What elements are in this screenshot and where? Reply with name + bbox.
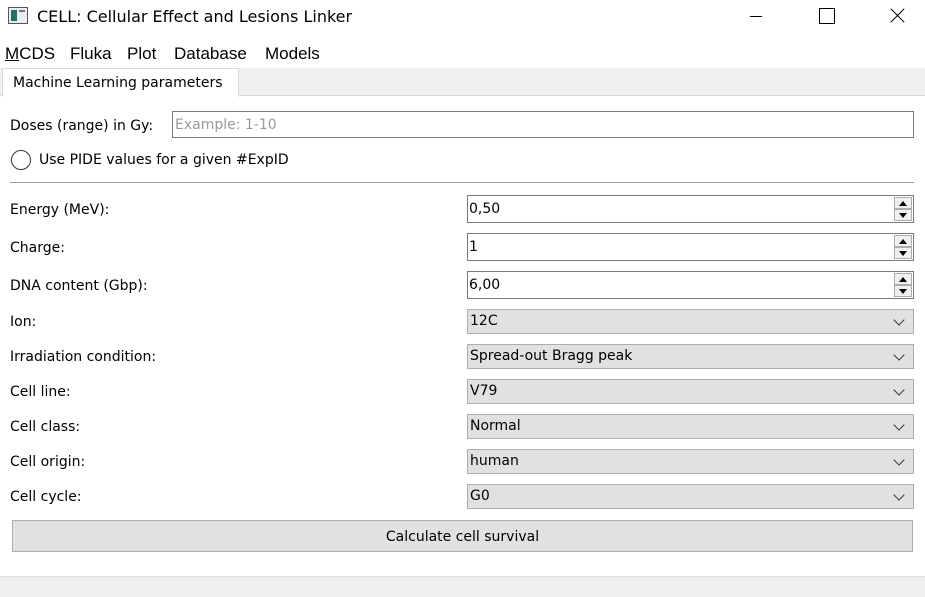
energy-decrement-arrow-icon[interactable] [894,209,912,221]
chevron-down-icon[interactable] [893,314,905,326]
window-title: CELL: Cellular Effect and Lesions Linker [37,7,353,26]
pide-radio-label[interactable]: Use PIDE values for a given #ExpID [39,152,289,168]
menu-plot[interactable]: Plot [127,44,156,64]
charge-increment-arrow-icon[interactable] [894,235,912,247]
doses-input[interactable]: Example: 1-10 [172,111,914,138]
chevron-down-icon[interactable] [893,454,905,466]
dna-content-value[interactable]: 6,00 [469,277,500,293]
menu-mcds[interactable]: MCDS [5,44,55,64]
calculate-cell-survival-button[interactable]: Calculate cell survival [12,520,913,552]
cell-origin-value[interactable]: human [470,453,519,469]
dna-decrement-arrow-icon[interactable] [894,285,912,297]
tab-strip: Machine Learning parameters [0,68,925,97]
ion-value[interactable]: 12C [470,313,498,329]
minimize-icon[interactable] [733,0,779,33]
irradiation-condition-value[interactable]: Spread-out Bragg peak [470,348,632,364]
charge-value[interactable]: 1 [469,239,478,255]
menu-mcds-mnemonic: M [5,44,20,63]
cell-class-value[interactable]: Normal [470,418,521,434]
chevron-down-icon[interactable] [893,349,905,361]
chevron-down-icon[interactable] [893,489,905,501]
close-icon[interactable] [872,0,918,33]
cell-line-combobox[interactable]: V79 [467,379,914,404]
cell-origin-label: Cell origin: [10,454,86,470]
energy-value[interactable]: 0,50 [469,201,500,217]
charge-spinbox[interactable]: 1 [467,233,914,261]
title-bar: CELL: Cellular Effect and Lesions Linker [0,0,925,33]
menu-bar: MCDS Fluka Plot Database Models [0,40,925,68]
menu-mcds-label: CDS [19,44,56,63]
ion-label: Ion: [10,314,37,330]
energy-increment-arrow-icon[interactable] [894,197,912,209]
ion-combobox[interactable]: 12C [467,309,914,334]
charge-label: Charge: [10,240,65,256]
doses-label: Doses (range) in Gy: [10,118,154,134]
cell-cycle-value[interactable]: G0 [470,488,490,504]
menu-database[interactable]: Database [174,44,247,64]
app-window-icon [8,7,28,24]
pide-radio-button[interactable] [11,150,31,170]
cell-line-value[interactable]: V79 [470,383,497,399]
dna-content-label: DNA content (Gbp): [10,278,148,294]
tab-machine-learning-parameters[interactable]: Machine Learning parameters [2,68,239,97]
charge-decrement-arrow-icon[interactable] [894,247,912,259]
energy-spinbox[interactable]: 0,50 [467,195,914,223]
menu-fluka[interactable]: Fluka [70,44,112,64]
cell-cycle-combobox[interactable]: G0 [467,484,914,509]
cell-line-label: Cell line: [10,384,71,400]
menu-models[interactable]: Models [265,44,320,64]
cell-class-combobox[interactable]: Normal [467,414,914,439]
cell-origin-combobox[interactable]: human [467,449,914,474]
chevron-down-icon[interactable] [893,419,905,431]
energy-label: Energy (MeV): [10,202,110,218]
cell-cycle-label: Cell cycle: [10,489,82,505]
irradiation-condition-combobox[interactable]: Spread-out Bragg peak [467,344,914,369]
dna-increment-arrow-icon[interactable] [894,273,912,285]
chevron-down-icon[interactable] [893,384,905,396]
cell-class-label: Cell class: [10,419,81,435]
maximize-icon[interactable] [803,0,849,33]
section-divider [10,182,914,183]
dna-content-spinbox[interactable]: 6,00 [467,271,914,299]
status-bar [0,576,925,597]
irradiation-condition-label: Irradiation condition: [10,349,157,365]
